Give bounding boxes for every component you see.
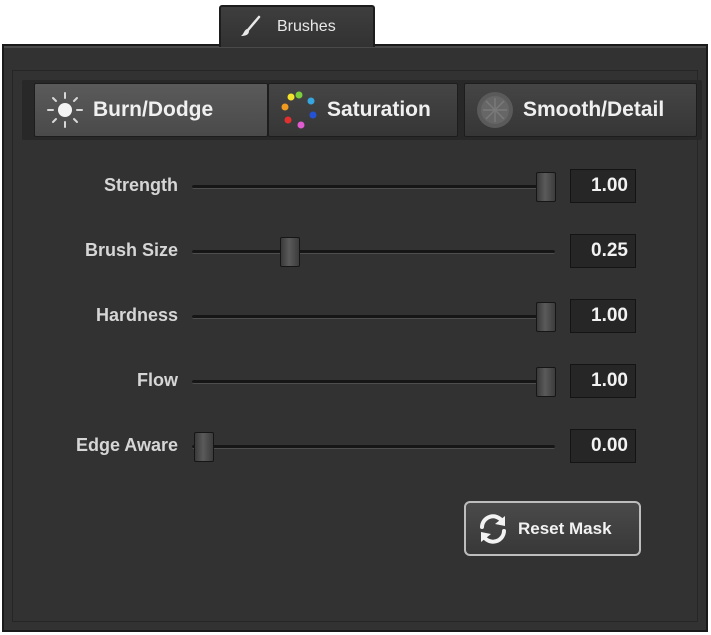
tab-label: Brushes <box>277 18 336 35</box>
hardness-thumb[interactable] <box>536 302 556 332</box>
slider-row-hardness: Hardness 1.00 <box>0 296 711 336</box>
saturation-button[interactable]: Saturation <box>268 83 458 137</box>
slider-row-flow: Flow 1.00 <box>0 361 711 401</box>
edge-aware-value-field[interactable]: 0.00 <box>570 429 636 463</box>
brush-size-thumb[interactable] <box>279 237 300 267</box>
edge-aware-thumb[interactable] <box>194 432 214 462</box>
burn-dodge-button[interactable]: Burn/Dodge <box>34 83 268 137</box>
reset-mask-button[interactable]: Reset Mask <box>464 501 641 556</box>
reset-mask-label: Reset Mask <box>518 518 612 538</box>
refresh-icon <box>480 513 506 544</box>
hardness-track[interactable] <box>192 315 555 319</box>
slider-row-edge-aware: Edge Aware 0.00 <box>0 426 711 466</box>
brush-size-label: Brush Size <box>84 240 178 260</box>
strength-value-field[interactable]: 1.00 <box>570 169 636 203</box>
edge-aware-track[interactable] <box>192 445 555 449</box>
strength-label: Strength <box>104 175 178 195</box>
brush-mode-selector: Burn/Dodge Saturation Smooth/Detail <box>22 80 702 140</box>
tab-brushes[interactable]: Brushes <box>219 5 375 47</box>
hardness-value-field[interactable]: 1.00 <box>570 299 636 333</box>
slider-row-brush-size: Brush Size 0.25 <box>0 231 711 271</box>
flow-value-field[interactable]: 1.00 <box>570 364 636 398</box>
brush-size-value-field[interactable]: 0.25 <box>570 234 636 268</box>
burn-dodge-label: Burn/Dodge <box>93 98 214 121</box>
hardness-label: Hardness <box>95 305 178 325</box>
strength-track[interactable] <box>192 185 555 189</box>
saturation-label: Saturation <box>327 98 431 121</box>
smooth-detail-label: Smooth/Detail <box>523 98 665 121</box>
brush-icon <box>241 15 261 36</box>
flow-track[interactable] <box>192 380 555 384</box>
color-dots-icon <box>281 91 317 129</box>
smooth-detail-button[interactable]: Smooth/Detail <box>464 83 697 137</box>
brush-size-track[interactable] <box>192 250 555 254</box>
slider-row-strength: Strength 1.00 <box>0 166 711 206</box>
sun-icon <box>47 92 83 128</box>
edge-aware-label: Edge Aware <box>75 435 178 455</box>
flow-thumb[interactable] <box>536 367 556 397</box>
flow-label: Flow <box>137 370 178 390</box>
texture-icon <box>477 92 513 128</box>
strength-thumb[interactable] <box>536 172 556 202</box>
